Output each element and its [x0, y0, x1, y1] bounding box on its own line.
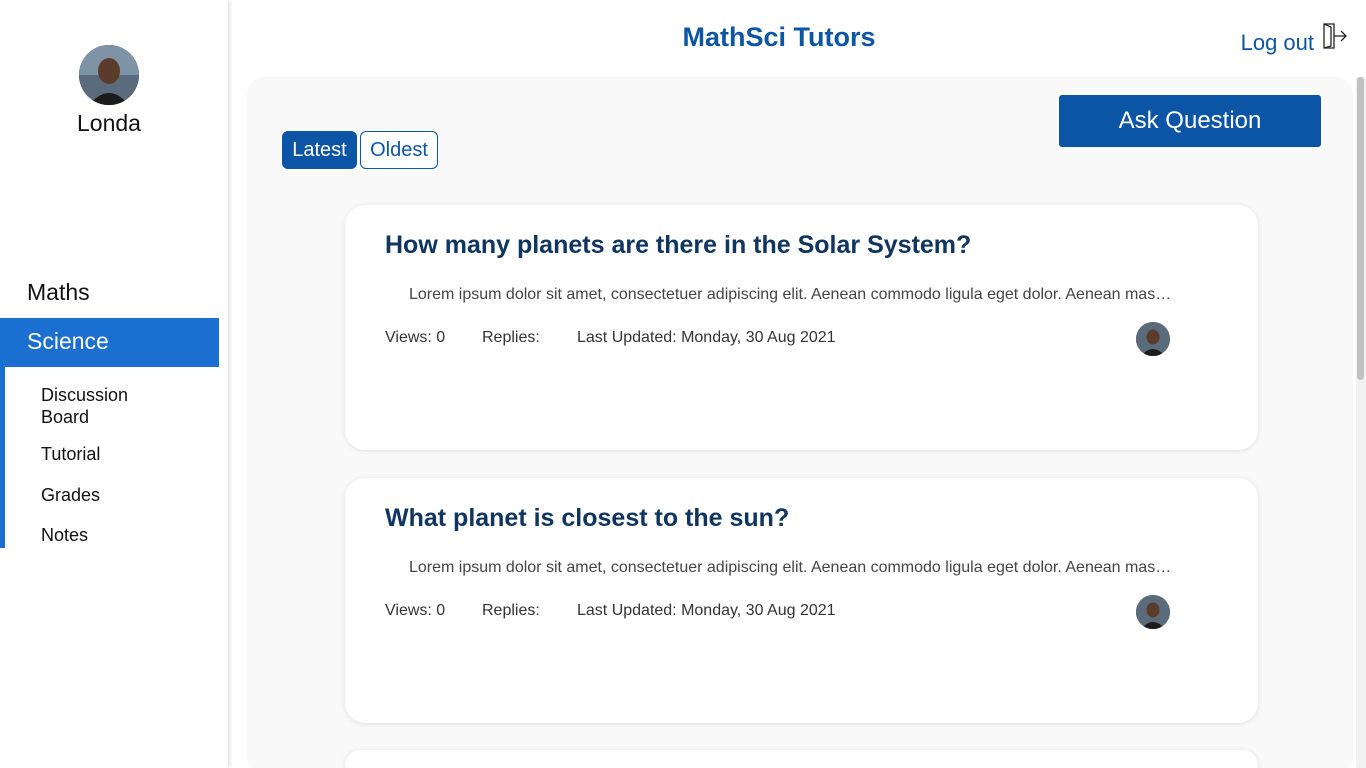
- ask-question-button[interactable]: Ask Question: [1059, 95, 1321, 147]
- last-updated: Last Updated: Monday, 30 Aug 2021: [577, 329, 836, 346]
- sidebar-item-science[interactable]: Science: [0, 318, 219, 367]
- subnav-item-tutorial[interactable]: Tutorial: [41, 443, 100, 465]
- question-title[interactable]: What planet is closest to the sun?: [385, 504, 789, 533]
- question-card-partial[interactable]: [345, 750, 1258, 768]
- tab-latest[interactable]: Latest: [282, 131, 357, 169]
- question-card[interactable]: What planet is closest to the sun? Lorem…: [345, 478, 1258, 723]
- question-excerpt: Lorem ipsum dolor sit amet, consectetuer…: [409, 286, 1173, 303]
- views-count: Views: 0: [385, 602, 446, 619]
- last-updated: Last Updated: Monday, 30 Aug 2021: [577, 602, 836, 619]
- subnav-item-grades[interactable]: Grades: [41, 484, 100, 506]
- tab-oldest[interactable]: Oldest: [360, 131, 438, 169]
- logout-label: Log out: [1240, 30, 1314, 55]
- scrollbar-thumb[interactable]: [1357, 77, 1364, 380]
- question-card[interactable]: How many planets are there in the Solar …: [345, 205, 1258, 450]
- science-subnav: Discussion Board Tutorial Grades Notes: [0, 367, 219, 548]
- views-count: Views: 0: [385, 329, 446, 346]
- user-name: Londa: [77, 110, 141, 136]
- author-avatar[interactable]: [1136, 322, 1170, 356]
- question-title[interactable]: How many planets are there in the Solar …: [385, 231, 971, 260]
- question-excerpt: Lorem ipsum dolor sit amet, consectetuer…: [409, 559, 1173, 576]
- logout-button[interactable]: Log out: [1241, 22, 1348, 55]
- avatar-image: [79, 45, 139, 105]
- sidebar-item-maths[interactable]: Maths: [0, 272, 219, 312]
- author-avatar[interactable]: [1136, 595, 1170, 629]
- user-avatar[interactable]: [79, 45, 139, 105]
- avatar-image: [1136, 595, 1170, 629]
- subnav-item-notes[interactable]: Notes: [41, 524, 88, 546]
- replies-count: Replies:: [482, 329, 540, 346]
- subnav-item-discussion-board[interactable]: Discussion Board: [41, 384, 161, 428]
- replies-count: Replies:: [482, 602, 540, 619]
- sidebar: Londa Maths Science Discussion Board Tut…: [0, 0, 228, 768]
- avatar-image: [1136, 322, 1170, 356]
- app-title: MathSci Tutors: [682, 22, 876, 52]
- logout-icon: [1323, 23, 1347, 49]
